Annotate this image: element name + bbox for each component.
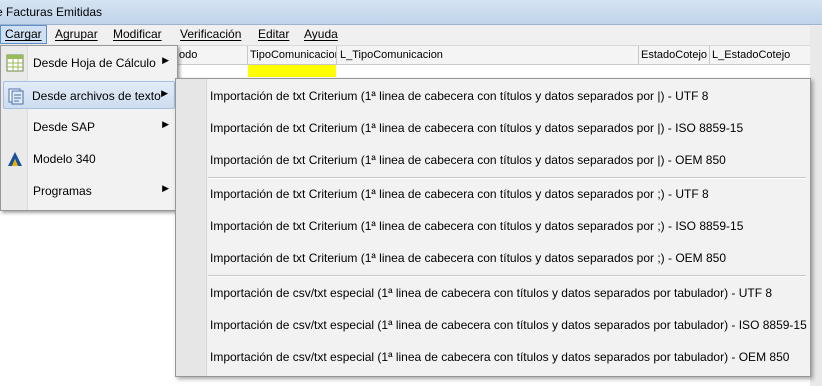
spreadsheet-icon bbox=[6, 54, 24, 72]
submenu-item-import[interactable]: Importación de csv/txt especial (1ª line… bbox=[210, 345, 789, 369]
menu-item-hoja-calculo[interactable]: Desde Hoja de Cálculo ▶ bbox=[3, 49, 175, 77]
menu-item-label: Modelo 340 bbox=[33, 152, 96, 166]
grid-column-header[interactable]: odo bbox=[176, 46, 248, 64]
menu-ayuda[interactable]: Ayuda bbox=[300, 25, 342, 44]
menu-separator bbox=[208, 177, 806, 179]
menu-item-programas[interactable]: Programas ▶ bbox=[3, 177, 175, 205]
title-bar: e Facturas Emitidas bbox=[0, 0, 822, 25]
submenu-arrow-icon: ▶ bbox=[162, 55, 169, 65]
menu-item-archivos-texto[interactable]: Desde archivos de texto ▶ bbox=[3, 81, 175, 109]
submenu-item-import[interactable]: Importación de txt Criterium (1ª linea d… bbox=[210, 214, 743, 238]
menu-item-label: Programas bbox=[33, 184, 92, 198]
submenu-arrow-icon: ▶ bbox=[162, 183, 169, 193]
highlighted-cell[interactable] bbox=[248, 65, 336, 77]
grid-column-header[interactable]: L_TipoComunicacion bbox=[337, 46, 639, 64]
submenu-item-import[interactable]: Importación de txt Criterium (1ª linea d… bbox=[210, 182, 709, 206]
menu-item-modelo-340[interactable]: Modelo 340 bbox=[3, 145, 175, 173]
submenu-item-import[interactable]: Importación de txt Criterium (1ª linea d… bbox=[210, 84, 708, 108]
text-import-submenu: Importación de txt Criterium (1ª linea d… bbox=[175, 78, 811, 377]
text-files-icon bbox=[8, 88, 24, 105]
menu-item-label: Desde archivos de texto bbox=[32, 89, 161, 103]
menu-cargar[interactable]: Cargar bbox=[0, 25, 47, 44]
right-edge-panel bbox=[810, 26, 822, 386]
submenu-item-import[interactable]: Importación de csv/txt especial (1ª line… bbox=[210, 281, 772, 305]
submenu-arrow-icon: ▶ bbox=[162, 119, 169, 129]
menu-verificacion[interactable]: Verificación bbox=[176, 25, 245, 44]
window-title: e Facturas Emitidas bbox=[0, 5, 103, 19]
submenu-arrow-icon: ▶ bbox=[161, 88, 168, 98]
grid-column-header[interactable]: TipoComunicacion bbox=[247, 46, 337, 64]
tax-agency-logo-icon bbox=[8, 152, 22, 166]
submenu-icon-gutter bbox=[176, 79, 207, 376]
menu-agrupar[interactable]: Agrupar bbox=[51, 25, 102, 44]
cargar-dropdown: Desde Hoja de Cálculo ▶ Desde archivos d… bbox=[0, 45, 178, 211]
menu-separator bbox=[208, 275, 806, 277]
grid-column-header[interactable]: EstadoCotejo bbox=[638, 46, 710, 64]
menu-item-sap[interactable]: Desde SAP ▶ bbox=[3, 113, 175, 141]
menu-editar[interactable]: Editar bbox=[254, 25, 293, 44]
submenu-item-import[interactable]: Importación de txt Criterium (1ª linea d… bbox=[210, 116, 743, 140]
submenu-item-import[interactable]: Importación de txt Criterium (1ª linea d… bbox=[210, 148, 726, 172]
menu-modificar[interactable]: Modificar bbox=[109, 25, 166, 44]
menu-item-label: Desde SAP bbox=[33, 120, 96, 134]
submenu-item-import[interactable]: Importación de csv/txt especial (1ª line… bbox=[210, 313, 807, 337]
submenu-item-import[interactable]: Importación de txt Criterium (1ª linea d… bbox=[210, 246, 726, 270]
menu-bar: Cargar Agrupar Modificar Verificación Ed… bbox=[0, 25, 822, 46]
grid-column-header[interactable]: L_EstadoCotejo bbox=[709, 46, 813, 64]
menu-item-label: Desde Hoja de Cálculo bbox=[33, 56, 156, 70]
